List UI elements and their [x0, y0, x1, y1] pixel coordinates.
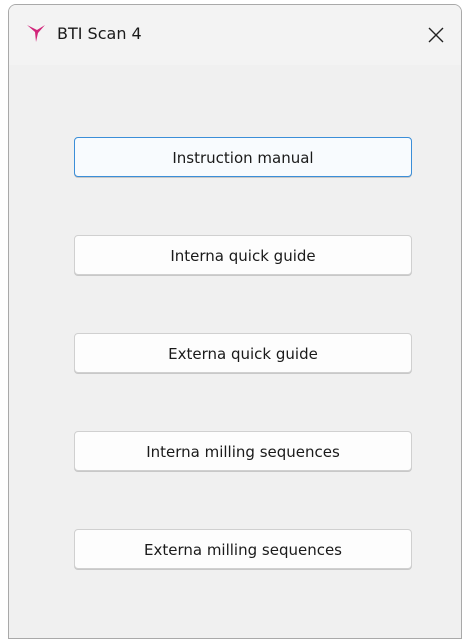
externa-quick-guide-button[interactable]: Externa quick guide: [74, 333, 412, 373]
externa-milling-sequences-button[interactable]: Externa milling sequences: [74, 529, 412, 569]
dialog-content: Instruction manual Interna quick guide E…: [9, 65, 461, 638]
close-icon: [428, 27, 444, 43]
interna-milling-sequences-button[interactable]: Interna milling sequences: [74, 431, 412, 471]
dialog-window: BTI Scan 4 Instruction manual Interna qu…: [8, 4, 462, 639]
hummingbird-logo-icon: [26, 23, 46, 43]
instruction-manual-button[interactable]: Instruction manual: [74, 137, 412, 177]
close-button[interactable]: [411, 5, 461, 65]
title-bar: BTI Scan 4: [9, 5, 461, 65]
window-title: BTI Scan 4: [57, 24, 142, 43]
interna-quick-guide-button[interactable]: Interna quick guide: [74, 235, 412, 275]
